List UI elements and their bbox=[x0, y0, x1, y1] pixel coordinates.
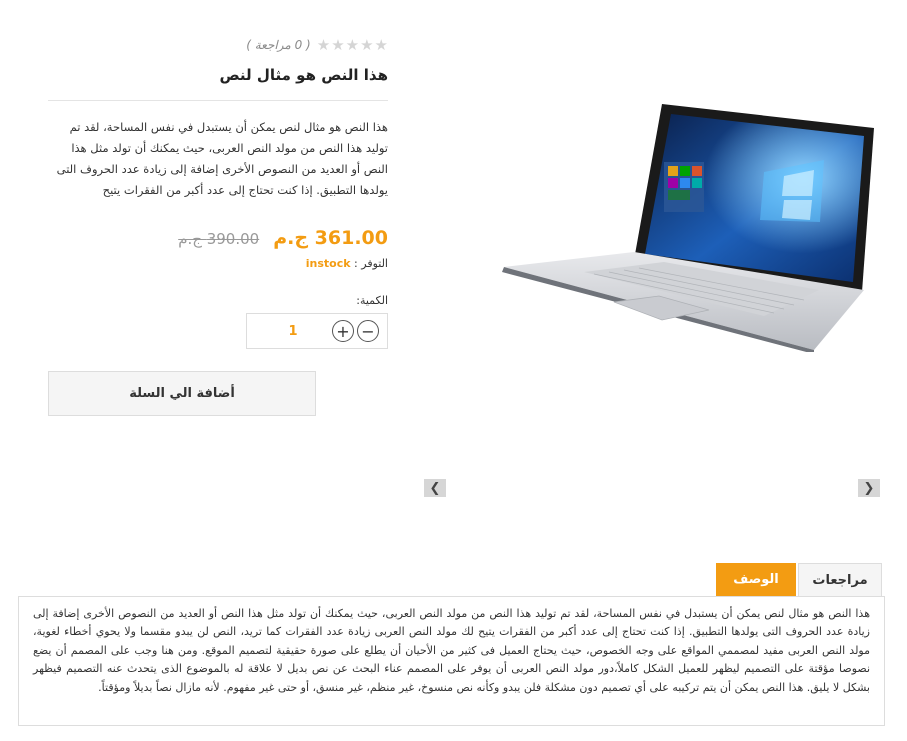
tab-description[interactable]: الوصف bbox=[716, 563, 796, 596]
price-original: 390.00 ج.م bbox=[178, 230, 260, 248]
stock-status: التوفر : instock bbox=[48, 257, 388, 270]
product-gallery: ❮ ❯ bbox=[424, 92, 880, 504]
star-icon: ★ bbox=[316, 35, 331, 54]
gallery-prev-button[interactable]: ❮ bbox=[424, 479, 446, 497]
product-image[interactable] bbox=[464, 102, 884, 352]
product-info: ★ ★ ★ ★ ★ ( 0 مراجعة ) هذا النص هو مثال … bbox=[48, 32, 388, 416]
rating-row: ★ ★ ★ ★ ★ ( 0 مراجعة ) bbox=[48, 32, 388, 58]
chevron-right-icon: ❯ bbox=[863, 480, 875, 496]
increase-quantity-button[interactable]: + bbox=[332, 320, 354, 342]
tab-reviews[interactable]: مراجعات bbox=[798, 563, 882, 596]
decrease-quantity-button[interactable]: − bbox=[357, 320, 379, 342]
review-count-link[interactable]: ( 0 مراجعة ) bbox=[246, 38, 310, 52]
stock-value: instock bbox=[305, 257, 351, 270]
quantity-input[interactable]: 1 bbox=[247, 324, 329, 339]
star-icon: ★ bbox=[374, 35, 388, 54]
quantity-stepper: − + 1 bbox=[246, 313, 388, 349]
gallery-next-button[interactable]: ❯ bbox=[858, 479, 880, 497]
stock-label: التوفر : bbox=[354, 257, 388, 270]
product-title: هذا النص هو مثال لنص bbox=[219, 66, 388, 84]
product-tabs: الوصف مراجعات bbox=[716, 563, 882, 596]
rating-stars: ★ ★ ★ ★ ★ bbox=[316, 35, 388, 54]
divider bbox=[48, 100, 388, 101]
chevron-left-icon: ❮ bbox=[429, 480, 441, 496]
quantity-label: الكمية: bbox=[356, 294, 388, 307]
price-row: 361.00 ج.م 390.00 ج.م bbox=[48, 227, 388, 249]
product-description: هذا النص هو مثال لنص يمكن أن يستبدل في ن… bbox=[56, 120, 388, 197]
add-to-cart-button[interactable]: أضافة الي السلة bbox=[48, 371, 316, 416]
tab-panel-description: هذا النص هو مثال لنص يمكن أن يستبدل في ن… bbox=[18, 596, 885, 726]
star-icon: ★ bbox=[360, 35, 374, 54]
star-icon: ★ bbox=[345, 35, 360, 54]
star-icon: ★ bbox=[331, 35, 345, 54]
price-current: 361.00 ج.م bbox=[273, 227, 388, 249]
